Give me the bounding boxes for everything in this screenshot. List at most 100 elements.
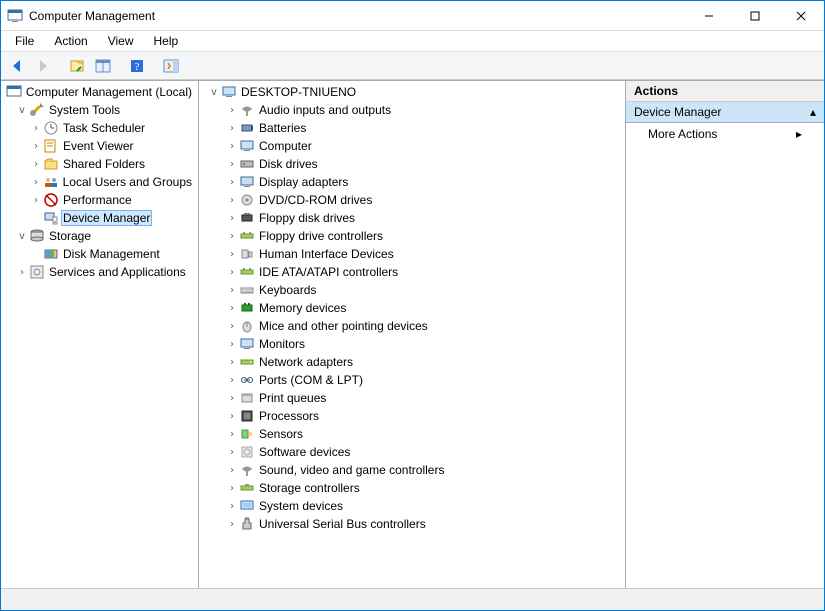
tree-label: Task Scheduler bbox=[61, 121, 147, 135]
device-category-icon bbox=[239, 228, 255, 244]
device-category[interactable]: ›Universal Serial Bus controllers bbox=[199, 515, 625, 533]
tree-task-scheduler[interactable]: › Task Scheduler bbox=[1, 119, 198, 137]
device-category[interactable]: ›Human Interface Devices bbox=[199, 245, 625, 263]
back-button[interactable] bbox=[5, 54, 29, 78]
device-manager-pane[interactable]: v DESKTOP-TNIUENO ›Audio inputs and outp… bbox=[199, 81, 626, 588]
device-category[interactable]: ›Sound, video and game controllers bbox=[199, 461, 625, 479]
expander-icon[interactable]: › bbox=[225, 393, 239, 404]
device-category[interactable]: ›Software devices bbox=[199, 443, 625, 461]
expander-icon[interactable]: › bbox=[29, 195, 43, 206]
tree-shared-folders[interactable]: › Shared Folders bbox=[1, 155, 198, 173]
svg-text:?: ? bbox=[135, 61, 140, 73]
tree-storage[interactable]: v Storage bbox=[1, 227, 198, 245]
close-button[interactable] bbox=[778, 1, 824, 31]
expander-icon[interactable]: › bbox=[29, 123, 43, 134]
tree-disk-management[interactable]: Disk Management bbox=[1, 245, 198, 263]
device-category[interactable]: ›Audio inputs and outputs bbox=[199, 101, 625, 119]
device-category[interactable]: ›Disk drives bbox=[199, 155, 625, 173]
device-category[interactable]: ›Print queues bbox=[199, 389, 625, 407]
tree-label: Device Manager bbox=[61, 210, 152, 226]
tree-label: Performance bbox=[61, 193, 134, 207]
expander-icon[interactable]: › bbox=[225, 195, 239, 206]
expander-icon[interactable]: › bbox=[29, 159, 43, 170]
device-category[interactable]: ›Monitors bbox=[199, 335, 625, 353]
properties-button[interactable] bbox=[91, 54, 115, 78]
expander-icon[interactable]: › bbox=[225, 483, 239, 494]
actions-section[interactable]: Device Manager ▴ bbox=[626, 102, 824, 123]
expander-icon[interactable]: › bbox=[225, 501, 239, 512]
device-category[interactable]: ›IDE ATA/ATAPI controllers bbox=[199, 263, 625, 281]
actions-section-label: Device Manager bbox=[634, 105, 721, 119]
device-category[interactable]: ›Memory devices bbox=[199, 299, 625, 317]
expander-icon[interactable]: › bbox=[225, 465, 239, 476]
tree-device-manager[interactable]: Device Manager bbox=[1, 209, 198, 227]
device-category-icon bbox=[239, 156, 255, 172]
menu-action[interactable]: Action bbox=[46, 32, 95, 50]
expander-icon[interactable]: › bbox=[225, 357, 239, 368]
menu-view[interactable]: View bbox=[100, 32, 142, 50]
device-category[interactable]: ›System devices bbox=[199, 497, 625, 515]
minimize-button[interactable] bbox=[686, 1, 732, 31]
expander-icon[interactable]: › bbox=[225, 213, 239, 224]
device-category[interactable]: ›Keyboards bbox=[199, 281, 625, 299]
device-category[interactable]: ›Floppy drive controllers bbox=[199, 227, 625, 245]
device-category[interactable]: ›Storage controllers bbox=[199, 479, 625, 497]
device-category[interactable]: ›Computer bbox=[199, 137, 625, 155]
expander-icon[interactable]: › bbox=[225, 141, 239, 152]
expander-icon[interactable]: v bbox=[207, 87, 221, 98]
device-category[interactable]: ›Network adapters bbox=[199, 353, 625, 371]
maximize-button[interactable] bbox=[732, 1, 778, 31]
menu-file[interactable]: File bbox=[7, 32, 42, 50]
expander-icon[interactable]: › bbox=[225, 375, 239, 386]
tree-local-users[interactable]: › Local Users and Groups bbox=[1, 173, 198, 191]
show-hide-tree-button[interactable] bbox=[65, 54, 89, 78]
expander-icon[interactable]: › bbox=[225, 411, 239, 422]
more-actions-link[interactable]: More Actions ▸ bbox=[626, 123, 824, 145]
expander-icon[interactable]: › bbox=[225, 321, 239, 332]
help-button[interactable]: ? bbox=[125, 54, 149, 78]
main-area: Computer Management (Local) v System Too… bbox=[1, 80, 824, 588]
expander-icon[interactable]: › bbox=[225, 267, 239, 278]
device-category-icon bbox=[239, 192, 255, 208]
device-category-label: Ports (COM & LPT) bbox=[257, 373, 365, 387]
expander-icon[interactable]: › bbox=[225, 123, 239, 134]
forward-button[interactable] bbox=[31, 54, 55, 78]
expander-icon[interactable]: › bbox=[225, 447, 239, 458]
device-category[interactable]: ›Sensors bbox=[199, 425, 625, 443]
device-category[interactable]: ›Batteries bbox=[199, 119, 625, 137]
device-category[interactable]: ›Floppy disk drives bbox=[199, 209, 625, 227]
device-category-icon bbox=[239, 354, 255, 370]
device-category[interactable]: › Ports (COM & LPT) bbox=[199, 371, 625, 389]
expander-icon[interactable]: › bbox=[225, 159, 239, 170]
expander-icon[interactable]: › bbox=[29, 177, 43, 188]
expander-icon[interactable]: v bbox=[15, 231, 29, 242]
console-tree-pane[interactable]: Computer Management (Local) v System Too… bbox=[1, 81, 199, 588]
expander-icon[interactable]: › bbox=[225, 429, 239, 440]
device-category[interactable]: ›DVD/CD-ROM drives bbox=[199, 191, 625, 209]
expander-icon[interactable]: › bbox=[225, 519, 239, 530]
device-category-label: Mice and other pointing devices bbox=[257, 319, 430, 333]
device-category-icon bbox=[239, 498, 255, 514]
expander-icon[interactable]: › bbox=[225, 303, 239, 314]
action-pane-toggle-button[interactable] bbox=[159, 54, 183, 78]
expander-icon[interactable]: › bbox=[225, 105, 239, 116]
tree-event-viewer[interactable]: › Event Viewer bbox=[1, 137, 198, 155]
device-root[interactable]: v DESKTOP-TNIUENO bbox=[199, 83, 625, 101]
expander-icon[interactable]: v bbox=[15, 105, 29, 116]
device-category[interactable]: ›Processors bbox=[199, 407, 625, 425]
tree-system-tools[interactable]: v System Tools bbox=[1, 101, 198, 119]
expander-icon[interactable]: › bbox=[225, 249, 239, 260]
expander-icon[interactable]: › bbox=[225, 339, 239, 350]
tree-performance[interactable]: › Performance bbox=[1, 191, 198, 209]
local-users-icon bbox=[43, 174, 59, 190]
tree-root[interactable]: Computer Management (Local) bbox=[1, 83, 198, 101]
expander-icon[interactable]: › bbox=[15, 267, 29, 278]
expander-icon[interactable]: › bbox=[225, 285, 239, 296]
tree-services-apps[interactable]: › Services and Applications bbox=[1, 263, 198, 281]
device-category[interactable]: ›Display adapters bbox=[199, 173, 625, 191]
expander-icon[interactable]: › bbox=[225, 177, 239, 188]
menu-help[interactable]: Help bbox=[146, 32, 187, 50]
expander-icon[interactable]: › bbox=[29, 141, 43, 152]
device-category[interactable]: › Mice and other pointing devices bbox=[199, 317, 625, 335]
expander-icon[interactable]: › bbox=[225, 231, 239, 242]
